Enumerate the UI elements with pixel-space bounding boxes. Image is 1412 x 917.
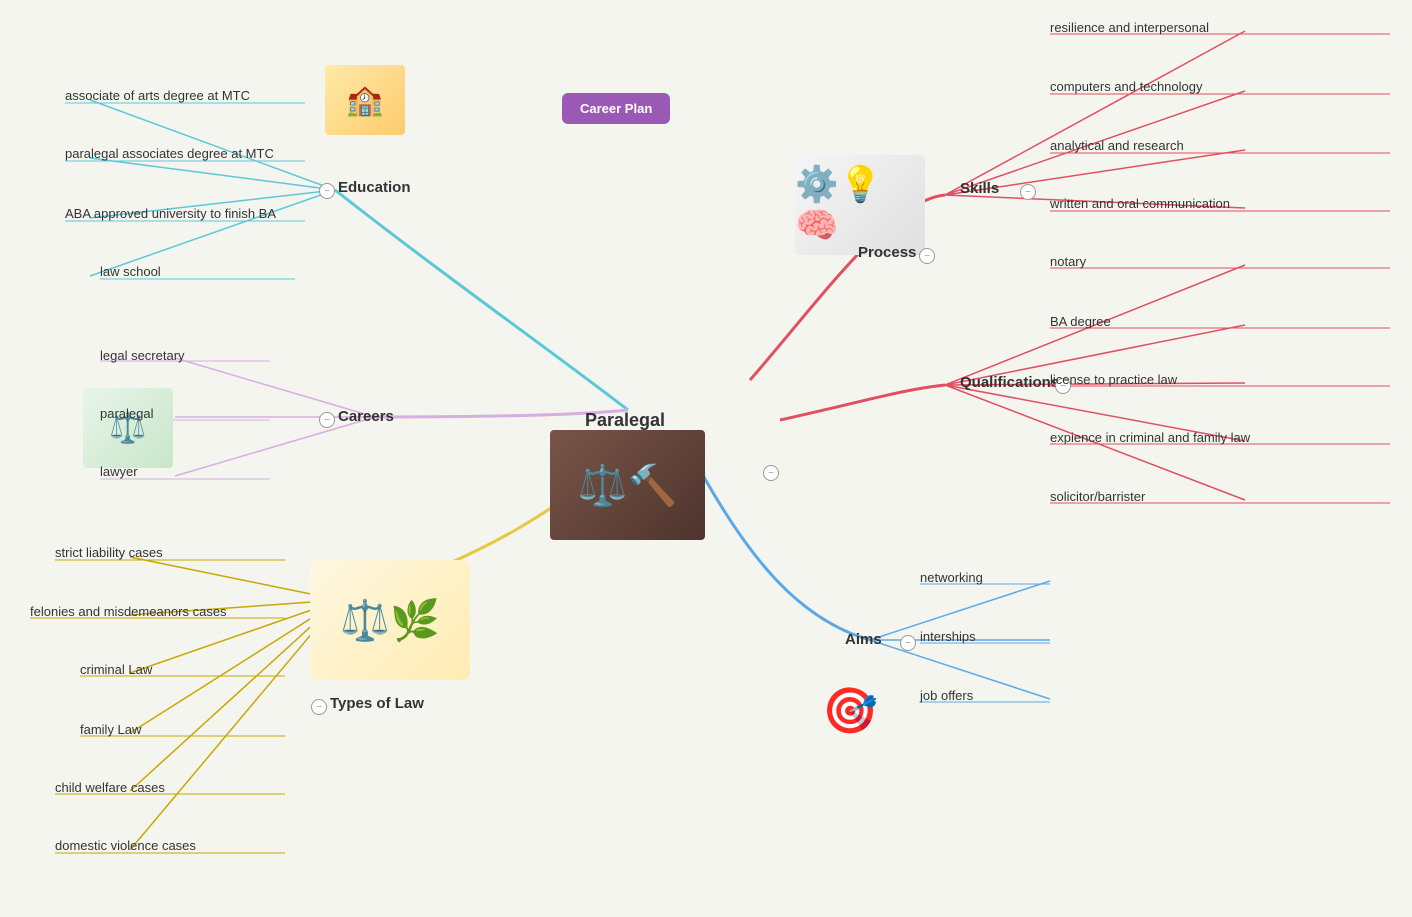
qualifications-label: Qualifications: [960, 374, 1059, 391]
edu-item-1: paralegal associates degree at MTC: [65, 146, 274, 161]
skills-item-0: resilience and interpersonal: [1050, 20, 1209, 35]
types-item-4: child welfare cases: [55, 780, 165, 795]
process-image: ⚙️💡🧠: [795, 155, 925, 255]
types-item-5: domestic violence cases: [55, 838, 196, 853]
center-image: ⚖️🔨: [550, 430, 705, 540]
careers-item-1: paralegal: [100, 406, 154, 421]
edu-item-2: ABA approved university to finish BA: [65, 206, 276, 221]
types-item-3: family Law: [80, 722, 141, 737]
law-image: ⚖️🌿: [310, 560, 470, 680]
aims-item-1: interships: [920, 629, 976, 644]
skills-item-2: analytical and research: [1050, 138, 1184, 153]
process-label: Process: [858, 244, 916, 261]
qual-item-1: BA degree: [1050, 314, 1111, 329]
types-label: Types of Law: [330, 695, 424, 712]
careers-label: Careers: [338, 408, 394, 425]
aims-item-0: networking: [920, 570, 983, 585]
careers-item-0: legal secretary: [100, 348, 185, 363]
qual-item-0: notary: [1050, 254, 1086, 269]
process-collapse[interactable]: −: [919, 248, 935, 264]
aims-collapse[interactable]: −: [900, 635, 916, 651]
types-item-2: criminal Law: [80, 662, 152, 677]
careers-item-2: lawyer: [100, 464, 138, 479]
skills-collapse[interactable]: −: [1020, 184, 1036, 200]
qual-item-2: license to practice law: [1050, 372, 1177, 387]
types-item-0: strict liability cases: [55, 545, 163, 560]
skills-label: Skills: [960, 180, 999, 197]
qual-item-3: expience in criminal and family law: [1050, 430, 1250, 445]
education-collapse[interactable]: −: [319, 183, 335, 199]
careers-collapse[interactable]: −: [319, 412, 335, 428]
aims-image: 🎯: [810, 670, 890, 750]
types-collapse[interactable]: −: [311, 699, 327, 715]
aims-item-2: job offers: [920, 688, 973, 703]
edu-item-0: associate of arts degree at MTC: [65, 88, 250, 103]
aims-label: Aims: [845, 631, 882, 648]
skills-item-3: written and oral communication: [1050, 196, 1230, 211]
school-image: 🏫: [325, 65, 405, 135]
types-item-1: felonies and misdemeanors cases: [30, 604, 227, 619]
education-label: Education: [338, 179, 411, 196]
skills-item-1: computers and technology: [1050, 79, 1202, 94]
careers-image: ⚖️: [83, 388, 173, 468]
center-node-label: Paralegal: [585, 410, 665, 431]
main-right-collapse[interactable]: −: [763, 465, 779, 481]
career-plan-button[interactable]: Career Plan: [562, 93, 670, 124]
qual-item-4: solicitor/barrister: [1050, 489, 1145, 504]
edu-item-3: law school: [100, 264, 161, 279]
